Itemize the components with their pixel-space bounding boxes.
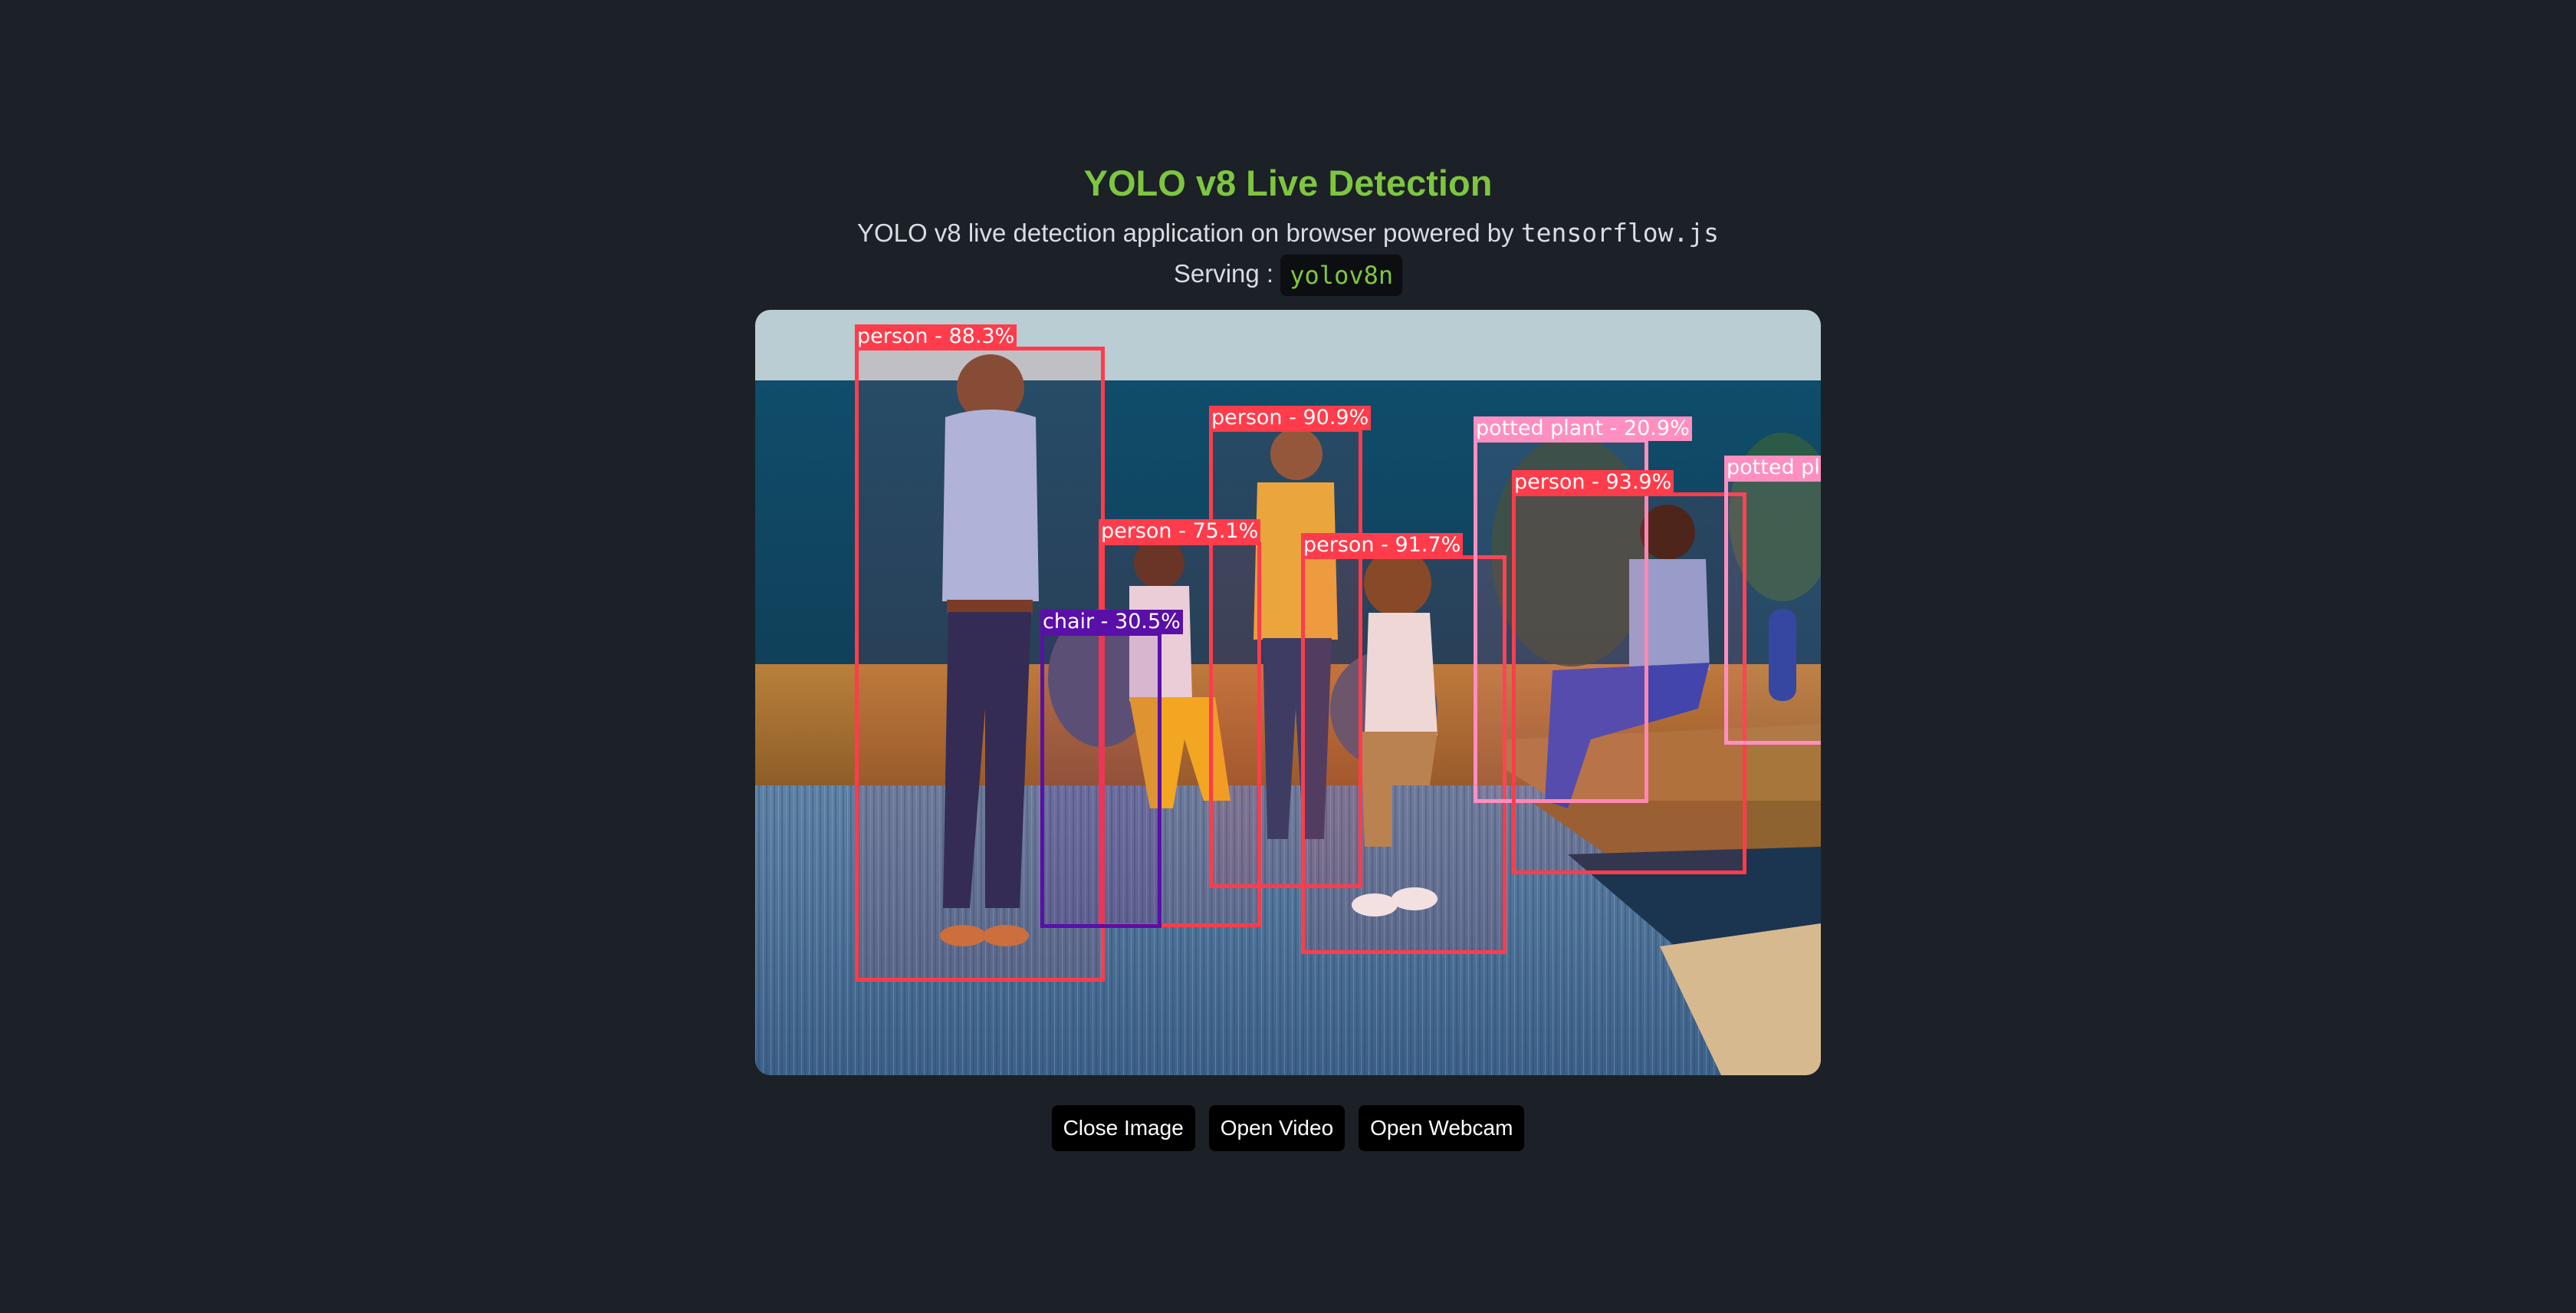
detection-box-chair: chair - 30.5% [1040, 610, 1183, 928]
open-video-button[interactable]: Open Video [1208, 1105, 1346, 1151]
detection-box-potted-plant-2: potted plant [1724, 456, 1821, 745]
subtitle-text: YOLO v8 live detection application on br… [856, 219, 1521, 247]
detection-label: person - 88.3% [855, 324, 1017, 349]
library-code: tensorflow.js [1520, 218, 1720, 248]
open-webcam-button[interactable]: Open Webcam [1359, 1105, 1525, 1151]
detection-label: person - 75.1% [1099, 519, 1261, 544]
detection-label: person - 93.9% [1512, 470, 1674, 495]
detection-image: person - 88.3% person - 90.9% person - 7… [755, 310, 1821, 1075]
serving-line: Serving : yolov8n [0, 252, 2576, 297]
detection-label: chair - 30.5% [1040, 610, 1183, 634]
serving-label: Serving : [1173, 259, 1281, 288]
page-subtitle: YOLO v8 live detection application on br… [0, 215, 2576, 252]
detection-label: person - 90.9% [1209, 406, 1372, 430]
controls-bar: Close Image Open Video Open Webcam [0, 1105, 2576, 1151]
detection-label: person - 91.7% [1301, 533, 1464, 558]
detection-box-person-5: person - 93.9% [1512, 470, 1746, 874]
model-badge: yolov8n [1280, 255, 1403, 297]
detection-label: potted plant [1724, 456, 1821, 480]
close-image-button[interactable]: Close Image [1051, 1105, 1195, 1151]
page-title: YOLO v8 Live Detection [1083, 163, 1493, 203]
app-root: YOLO v8 Live Detection YOLO v8 live dete… [0, 0, 2576, 1313]
detection-label: potted plant - 20.9% [1474, 416, 1692, 441]
